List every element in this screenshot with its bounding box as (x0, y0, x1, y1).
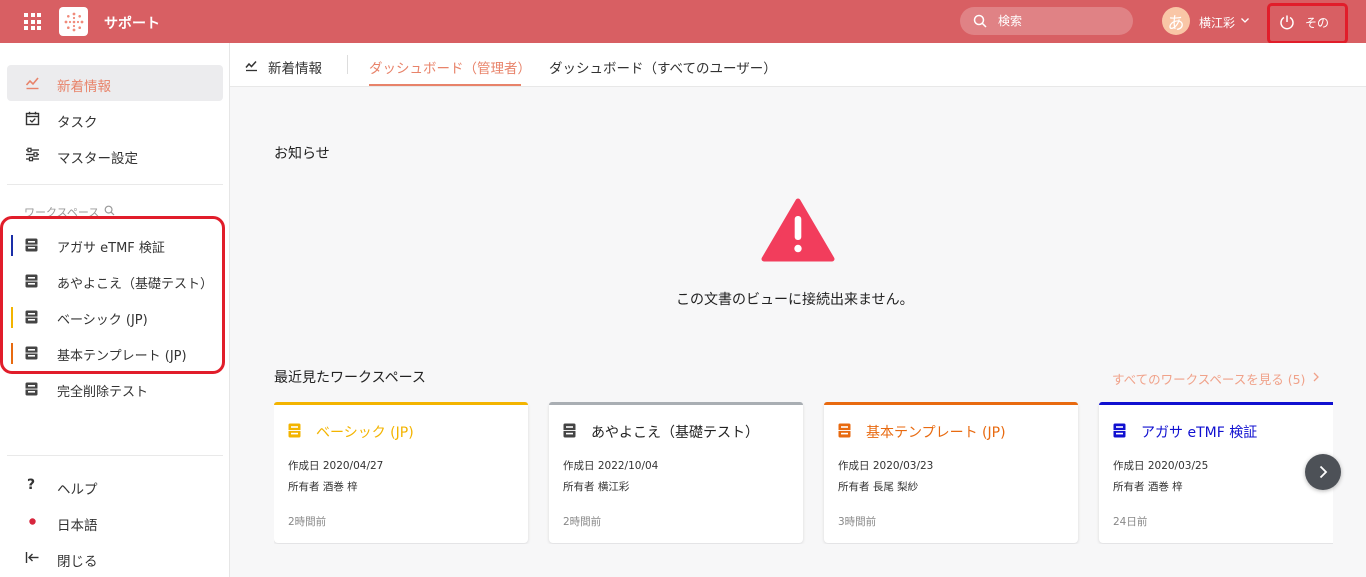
sidebar-item-tasks[interactable]: タスク (7, 101, 223, 137)
warning-icon (761, 198, 835, 262)
chevron-right-icon (1319, 465, 1328, 479)
card-name: 基本テンプレート (JP) (866, 425, 1006, 441)
power-button-label[interactable]: その (1305, 14, 1329, 31)
calendar-check-icon (25, 111, 40, 126)
sidebar-item-collapse[interactable]: 閉じる (7, 540, 223, 576)
card-owner: 所有者 横江彩 (563, 481, 630, 493)
cabinet-icon (1113, 423, 1126, 438)
sidebar-item-master-settings[interactable]: マスター設定 (7, 137, 223, 173)
card-created-date: 作成日 2020/03/25 (1113, 460, 1209, 472)
card-color-bar (824, 402, 1078, 405)
search-input[interactable] (998, 11, 1123, 31)
sidebar-item-language[interactable]: 日本語 (7, 504, 223, 540)
tab-dashboard-all-users[interactable]: ダッシュボード（すべてのユーザー） (549, 57, 777, 77)
workspace-card-basic[interactable]: ベーシック (JP) 作成日 2020/04/27 所有者 酒巻 梓 2時間前 (274, 402, 528, 543)
sidebar-item-label: 新着情報 (57, 79, 111, 95)
chart-line-icon (245, 60, 257, 72)
search-box[interactable] (960, 7, 1133, 35)
notice-title: お知らせ (274, 146, 330, 162)
top-header: サポート あ 横江彩 その (0, 0, 1366, 44)
sidebar-workspace-delete-test[interactable]: 完全削除テスト (10, 372, 224, 406)
sliders-icon (26, 147, 39, 162)
sidebar-divider (7, 455, 223, 456)
app-title: サポート (104, 16, 160, 32)
sidebar-item-label: タスク (57, 115, 98, 131)
cabinet-icon (25, 382, 38, 396)
chevron-right-icon[interactable] (1312, 372, 1320, 382)
card-owner: 所有者 長尾 梨紗 (838, 481, 919, 493)
chart-line-icon (25, 77, 39, 90)
carousel-next-button[interactable] (1305, 454, 1341, 490)
card-last-viewed: 2時間前 (288, 516, 327, 528)
workspace-label: 完全削除テスト (57, 385, 149, 400)
active-tab-indicator (369, 84, 521, 86)
sidebar-item-label: マスター設定 (57, 151, 138, 167)
chevron-down-icon[interactable] (1240, 15, 1250, 25)
card-name: あやよこえ（基礎テスト） (591, 425, 759, 441)
tab-separator (347, 55, 348, 74)
sidebar-item-news[interactable]: 新着情報 (7, 65, 223, 101)
card-owner: 所有者 酒巻 梓 (288, 481, 358, 493)
app-grid-icon[interactable] (24, 13, 41, 30)
search-icon (973, 14, 987, 28)
collapse-left-icon (25, 552, 39, 563)
avatar[interactable]: あ (1162, 7, 1190, 35)
card-created-date: 作成日 2020/03/23 (838, 460, 934, 472)
card-color-bar (274, 402, 528, 405)
workspace-card-agatha[interactable]: アガサ eTMF 検証 作成日 2020/03/25 所有者 酒巻 梓 24日前 (1099, 402, 1333, 543)
sidebar-item-label: 閉じる (57, 554, 98, 570)
app-logo[interactable] (59, 7, 88, 36)
card-created-date: 作成日 2022/10/04 (563, 460, 659, 472)
power-icon[interactable] (1279, 14, 1295, 30)
card-created-date: 作成日 2020/04/27 (288, 460, 384, 472)
notice-message: この文書のビューに接続出来ません。 (676, 292, 914, 308)
card-color-bar (1099, 402, 1333, 405)
card-name: アガサ eTMF 検証 (1141, 425, 1258, 441)
sidebar-item-label: ヘルプ (57, 482, 98, 498)
sidebar-divider (7, 184, 223, 185)
card-last-viewed: 2時間前 (563, 516, 602, 528)
card-last-viewed: 24日前 (1113, 516, 1148, 528)
workspace-card-ayayokoe[interactable]: あやよこえ（基礎テスト） 作成日 2022/10/04 所有者 横江彩 2時間前 (549, 402, 803, 543)
sidebar-item-help[interactable]: ? ヘルプ (7, 468, 223, 504)
question-icon: ? (27, 477, 36, 493)
card-last-viewed: 3時間前 (838, 516, 877, 528)
card-color-bar (549, 402, 803, 405)
tab-home-label: 新着情報 (268, 61, 322, 77)
tab-dashboard-admin[interactable]: ダッシュボード（管理者） (369, 57, 531, 77)
cabinet-icon (838, 423, 851, 438)
cabinet-icon (563, 423, 576, 438)
japan-flag-icon (26, 515, 39, 528)
tab-bar: 新着情報 ダッシュボード（管理者） ダッシュボード（すべてのユーザー） (230, 43, 1366, 87)
cabinet-icon (288, 423, 301, 438)
workspace-card-basic-template[interactable]: 基本テンプレート (JP) 作成日 2020/03/23 所有者 長尾 梨紗 3… (824, 402, 1078, 543)
recent-workspaces-title: 最近見たワークスペース (274, 370, 426, 386)
workspace-search-icon[interactable] (104, 205, 115, 216)
user-name[interactable]: 横江彩 (1199, 14, 1235, 31)
highlight-outline-workspaces (0, 216, 225, 374)
card-name: ベーシック (JP) (316, 425, 414, 441)
sidebar-item-label: 日本語 (57, 518, 98, 534)
see-all-workspaces-link[interactable]: すべてのワークスペースを見る (5) (1112, 369, 1305, 388)
card-owner: 所有者 酒巻 梓 (1113, 481, 1183, 493)
recent-workspace-cards: ベーシック (JP) 作成日 2020/04/27 所有者 酒巻 梓 2時間前 … (274, 402, 1333, 544)
